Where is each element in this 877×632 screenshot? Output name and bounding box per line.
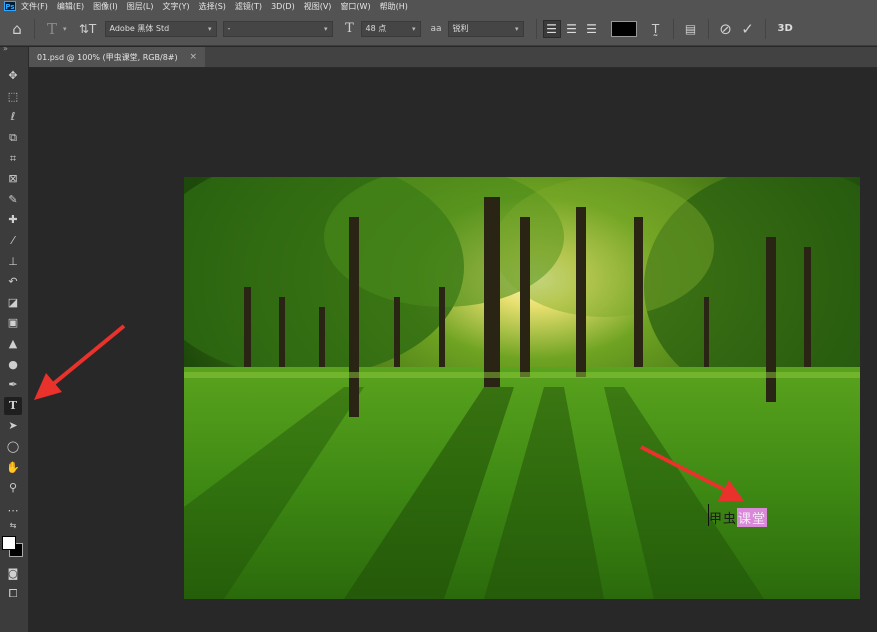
warp-text-icon[interactable]: T̰ [645,22,667,36]
antialias-icon: aa [430,23,442,34]
divider [34,18,35,39]
lasso-icon[interactable]: ℓ [4,108,22,126]
forest-illustration [184,177,860,599]
blur-icon[interactable]: ▲ [4,335,22,353]
foreground-color[interactable] [2,536,16,550]
frame-icon[interactable]: ⊠ [4,170,22,188]
options-bar: ⌂ T ▾ ⇅T Adobe 黑体 Std ▾ - ▾ T 48 点 ▾ aa … [0,12,877,46]
font-style-select[interactable]: - ▾ [222,20,333,37]
font-family-select[interactable]: Adobe 黑体 Std ▾ [104,20,217,37]
type-tool-preset-icon[interactable]: T [41,20,63,38]
object-select-icon[interactable]: ⧉ [4,129,22,147]
divider [672,18,674,39]
dodge-icon[interactable]: ● [4,356,22,374]
align-right-button[interactable]: ☰ [583,20,601,38]
type-icon[interactable]: T [4,397,22,415]
chevron-down-icon: ▾ [324,24,328,33]
menu-help[interactable]: 帮助(H) [380,1,408,12]
history-brush-icon[interactable]: ↶ [4,273,22,291]
divider [764,18,766,39]
antialias-value: 锐利 [452,24,469,33]
pen-icon[interactable]: ✒ [4,376,22,394]
crop-icon[interactable]: ⌗ [4,150,22,168]
menu-edit[interactable]: 编辑(E) [57,1,84,12]
font-size-value: 48 点 [365,24,387,33]
character-panel-icon[interactable]: ▤ [680,22,702,36]
chevron-down-icon: ▾ [412,24,416,33]
text-color-swatch[interactable] [610,20,637,37]
zoom-icon[interactable]: ⚲ [4,479,22,497]
font-family-value: Adobe 黑体 Std [109,24,170,33]
clone-stamp-icon[interactable]: ⊥ [4,253,22,271]
menu-file[interactable]: 文件(F) [21,1,48,12]
text-orientation-icon[interactable]: ⇅T [77,22,99,36]
eraser-icon[interactable]: ◪ [4,294,22,312]
marquee-icon[interactable]: ⬚ [4,88,22,106]
healing-brush-icon[interactable]: ✚ [4,211,22,229]
hand-icon[interactable]: ✋ [4,459,22,477]
path-selection-icon[interactable]: ➤ [4,417,22,435]
text-unselected[interactable]: 甲虫 [709,508,737,527]
photoshop-logo: Ps [4,1,16,11]
text-layer[interactable]: 甲虫 课堂 [709,507,768,527]
commit-check-icon[interactable]: ✓ [737,20,759,38]
chevron-down-icon: ▾ [208,24,212,33]
document-tab-bar: 01.psd @ 100% (甲虫课堂, RGB/8#) × [29,47,877,68]
menu-select[interactable]: 选择(S) [199,1,226,12]
home-icon[interactable]: ⌂ [6,20,28,38]
swap-colors-icon[interactable]: ⇆ [4,517,22,535]
menu-layer[interactable]: 图层(L) [127,1,154,12]
ellipse-icon[interactable]: ◯ [4,438,22,456]
antialias-select[interactable]: 锐利 ▾ [447,20,524,37]
gradient-icon[interactable]: ▣ [4,314,22,332]
move-icon[interactable]: ✥ [4,67,22,85]
font-size-select[interactable]: 48 点 ▾ [360,20,421,37]
divider [535,18,537,39]
menu-bar: Ps 文件(F) 编辑(E) 图像(I) 图层(L) 文字(Y) 选择(S) 滤… [0,0,877,12]
menu-filter[interactable]: 滤镜(T) [235,1,262,12]
menu-3d[interactable]: 3D(D) [271,2,295,11]
chevron-down-icon[interactable]: ▾ [63,25,67,33]
eyedropper-icon[interactable]: ✎ [4,191,22,209]
cancel-icon[interactable]: ⊘ [715,20,737,38]
menu-image[interactable]: 图像(I) [93,1,118,12]
font-style-value: - [227,24,231,33]
color-swatches[interactable] [2,534,24,558]
menu-type[interactable]: 文字(Y) [162,1,189,12]
document-tab[interactable]: 01.psd @ 100% (甲虫课堂, RGB/8#) × [29,47,205,67]
document-tab-title: 01.psd @ 100% (甲虫课堂, RGB/8#) [37,52,178,62]
chevron-down-icon: ▾ [515,24,519,33]
forest-photo[interactable] [184,177,860,599]
brush-icon[interactable]: ⁄ [4,232,22,250]
3d-button[interactable]: 3D [778,23,793,34]
divider [707,18,709,39]
font-size-icon: T [345,21,354,36]
align-left-button[interactable]: ☰ [542,19,561,38]
expand-panel-icon[interactable]: » [3,44,8,53]
text-selected[interactable]: 课堂 [737,507,768,527]
align-center-button[interactable]: ☰ [563,20,581,38]
menu-view[interactable]: 视图(V) [304,1,332,12]
close-icon[interactable]: × [189,52,197,62]
tools-panel: » ✥ ⬚ ℓ ⧉ ⌗ ⊠ ✎ ✚ ⁄ ⊥ ↶ ◪ ▣ ▲ ● ✒ T ➤ ◯ … [0,44,29,632]
screen-mode-icon[interactable]: ⧠ [4,585,22,603]
menu-window[interactable]: 窗口(W) [340,1,370,12]
quick-mask-icon[interactable]: ◙ [4,565,22,583]
